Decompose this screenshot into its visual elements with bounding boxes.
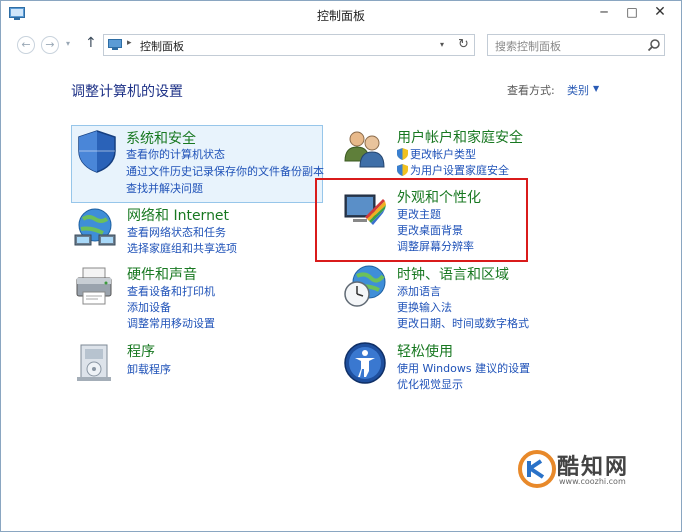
search-icon[interactable] (647, 38, 661, 52)
link-view-computer-status[interactable]: 查看你的计算机状态 (126, 146, 225, 162)
window-title: 控制面板 (316, 9, 365, 23)
category-network-internet[interactable]: 网络和 Internet 查看网络状态和任务 选择家庭组和共享选项 (73, 205, 313, 265)
forward-button[interactable]: → (41, 36, 59, 54)
link-homegroup-sharing[interactable]: 选择家庭组和共享选项 (127, 240, 237, 256)
link-family-safety[interactable]: 为用户设置家庭安全 (397, 162, 509, 178)
category-clock-language-region[interactable]: 时钟、语言和区域 添加语言 更换输入法 更改日期、时间或数字格式 (343, 264, 603, 336)
printer-icon (76, 267, 112, 305)
search-input[interactable]: 搜索控制面板 (495, 38, 561, 54)
category-title-ease-of-access[interactable]: 轻松使用 (397, 341, 453, 361)
link-add-language[interactable]: 添加语言 (397, 283, 441, 299)
globe-clock-icon (344, 265, 386, 307)
up-button[interactable]: ↑ (85, 35, 97, 51)
red-highlight-box (315, 178, 528, 262)
search-box[interactable]: 搜索控制面板 (487, 34, 665, 56)
link-change-account-type-label: 更改帐户类型 (410, 148, 476, 161)
category-user-accounts[interactable]: 用户帐户和家庭安全 更改帐户类型 为用户设置家庭安全 (343, 127, 603, 179)
uac-shield-icon (397, 164, 408, 176)
close-button[interactable]: ✕ (647, 3, 673, 21)
category-system-security[interactable]: 系统和安全 查看你的计算机状态 通过文件历史记录保存你的文件备份副本 查找并解决… (71, 125, 324, 203)
view-by-dropdown[interactable]: 类别 (567, 82, 589, 98)
maximize-button[interactable]: □ (619, 3, 645, 21)
back-button[interactable]: ← (17, 36, 35, 54)
address-dropdown-icon[interactable]: ▾ (440, 40, 444, 49)
link-optimize-visual[interactable]: 优化视觉显示 (397, 376, 463, 392)
link-family-safety-label: 为用户设置家庭安全 (410, 164, 509, 177)
navigation-bar: ← → ▾ ↑ ▸ 控制面板 ▾ ↻ 搜索控制面板 (1, 29, 681, 59)
users-icon (344, 131, 385, 168)
category-programs[interactable]: 程序 卸载程序 (73, 341, 273, 385)
control-panel-location-icon (108, 39, 122, 50)
breadcrumb-control-panel[interactable]: 控制面板 (140, 38, 184, 54)
title-bar: 控制面板 ─ □ ✕ (1, 1, 681, 29)
category-title-user-accounts[interactable]: 用户帐户和家庭安全 (397, 127, 523, 147)
link-file-history-backup[interactable]: 通过文件历史记录保存你的文件备份副本 (126, 163, 324, 179)
control-panel-window: 控制面板 ─ □ ✕ ← → ▾ ↑ ▸ 控制面板 ▾ ↻ 搜索控制面板 调整计… (0, 0, 682, 532)
main-content: 调整计算机的设置 查看方式: 类别 ▼ 系统和安全 查看你的计算机状态 通过文件… (1, 59, 681, 531)
link-change-input-method[interactable]: 更换输入法 (397, 299, 452, 315)
link-view-network-status[interactable]: 查看网络状态和任务 (127, 224, 226, 240)
link-troubleshoot[interactable]: 查找并解决问题 (126, 180, 203, 196)
category-title-system-security[interactable]: 系统和安全 (126, 128, 196, 148)
recent-locations-dropdown-icon[interactable]: ▾ (66, 39, 70, 48)
breadcrumb-separator-icon[interactable]: ▸ (127, 38, 132, 48)
category-title-network-internet[interactable]: 网络和 Internet (127, 205, 229, 225)
address-bar[interactable]: ▸ 控制面板 ▾ ↻ (103, 34, 475, 56)
page-title: 调整计算机的设置 (71, 84, 183, 100)
link-add-device[interactable]: 添加设备 (127, 299, 171, 315)
link-recommended-settings[interactable]: 使用 Windows 建议的设置 (397, 360, 530, 376)
shield-icon (78, 130, 116, 173)
watermark-url: www.coozhi.com (559, 477, 626, 486)
link-devices-printers[interactable]: 查看设备和打印机 (127, 283, 215, 299)
ease-of-access-icon (344, 342, 386, 384)
watermark: 酷知网 www.coozhi.com (517, 449, 657, 495)
category-hardware-sound[interactable]: 硬件和声音 查看设备和打印机 添加设备 调整常用移动设置 (73, 264, 313, 336)
minimize-button[interactable]: ─ (591, 3, 617, 21)
category-ease-of-access[interactable]: 轻松使用 使用 Windows 建议的设置 优化视觉显示 (343, 341, 603, 397)
link-change-account-type[interactable]: 更改帐户类型 (397, 146, 476, 162)
category-title-programs[interactable]: 程序 (127, 341, 155, 361)
uac-shield-icon (397, 148, 408, 160)
view-by-label: 查看方式: (507, 84, 555, 97)
link-date-time-format[interactable]: 更改日期、时间或数字格式 (397, 315, 529, 331)
programs-box-icon (77, 344, 111, 381)
coozhi-logo-icon (518, 450, 556, 488)
category-title-clock-language[interactable]: 时钟、语言和区域 (397, 264, 509, 284)
link-uninstall-program[interactable]: 卸载程序 (127, 361, 171, 377)
refresh-icon[interactable]: ↻ (458, 37, 469, 52)
link-mobility-settings[interactable]: 调整常用移动设置 (127, 315, 215, 331)
network-globe-icon (74, 208, 116, 246)
view-by-chevron-icon[interactable]: ▼ (593, 84, 599, 93)
category-title-hardware-sound[interactable]: 硬件和声音 (127, 264, 197, 284)
